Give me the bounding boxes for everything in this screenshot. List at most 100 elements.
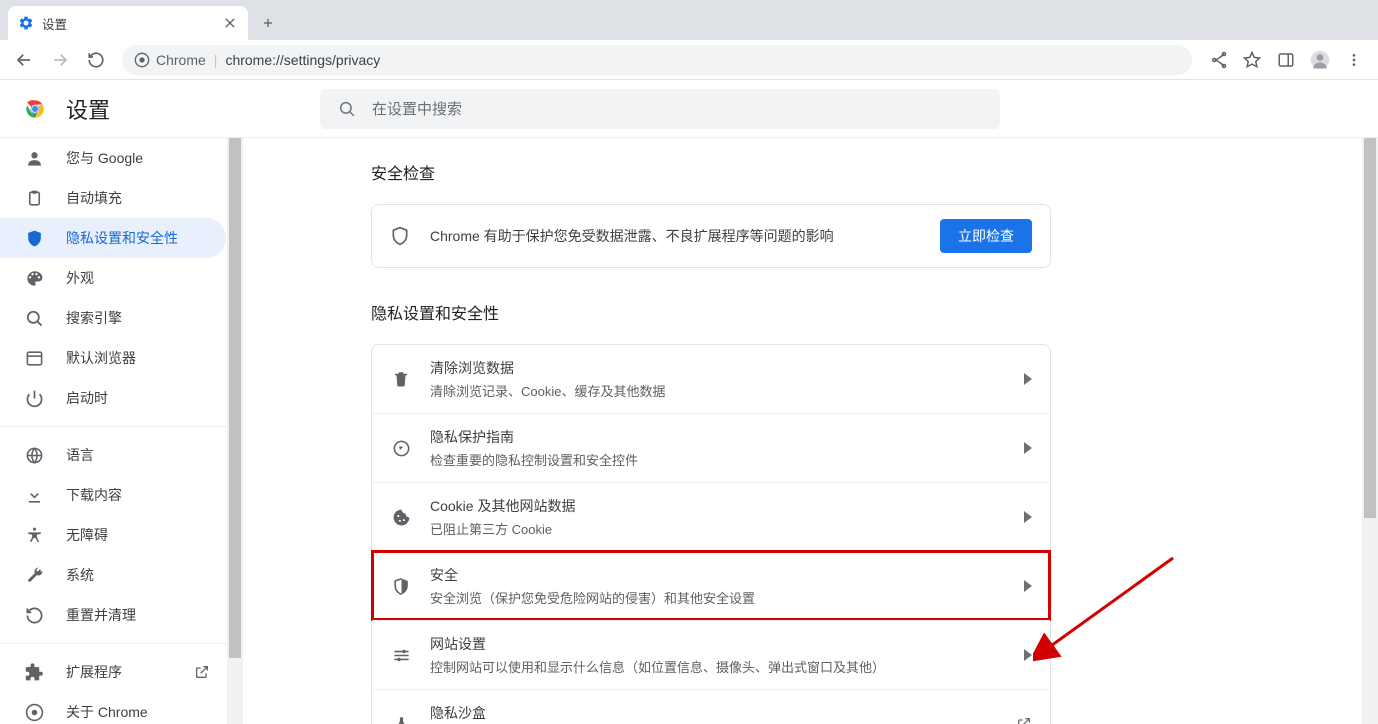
row-subtitle: 已阻止第三方 Cookie	[430, 519, 1024, 538]
sidebar-item-reset[interactable]: 重置并清理	[0, 595, 226, 635]
chrome-logo-icon	[22, 96, 48, 122]
sidebar-item-system[interactable]: 系统	[0, 555, 226, 595]
section-title-privacy: 隐私设置和安全性	[371, 300, 1051, 324]
power-icon	[24, 389, 44, 408]
browser-tab[interactable]: 设置	[8, 6, 248, 40]
address-bar[interactable]: Chrome | chrome://settings/privacy	[122, 45, 1192, 75]
sidebar-item-label: 搜索引擎	[66, 308, 122, 328]
forward-button[interactable]	[44, 44, 76, 76]
row-title: 安全	[430, 565, 1024, 585]
search-icon	[24, 309, 44, 328]
scrollbar-thumb[interactable]	[229, 138, 241, 658]
sidebar-item-label: 启动时	[66, 388, 108, 408]
sidebar-item-label: 外观	[66, 268, 94, 288]
side-panel-icon[interactable]	[1270, 44, 1302, 76]
gear-icon	[18, 15, 34, 31]
safety-check-card: Chrome 有助于保护您免受数据泄露、不良扩展程序等问题的影响 立即检查	[371, 204, 1051, 268]
row-title: 隐私保护指南	[430, 427, 1024, 447]
chevron-right-icon	[1024, 442, 1032, 454]
sidebar-item-about[interactable]: 关于 Chrome	[0, 692, 226, 724]
close-icon[interactable]	[222, 15, 238, 31]
back-button[interactable]	[8, 44, 40, 76]
url-text: chrome://settings/privacy	[225, 52, 380, 68]
sidebar-item-label: 下载内容	[66, 485, 122, 505]
sidebar-item-extensions[interactable]: 扩展程序	[0, 652, 226, 692]
row-clear-browsing-data[interactable]: 清除浏览数据清除浏览记录、Cookie、缓存及其他数据	[372, 345, 1050, 413]
section-title-safety: 安全检查	[371, 160, 1051, 184]
chevron-right-icon	[1024, 649, 1032, 661]
search-placeholder: 在设置中搜索	[372, 98, 462, 119]
sidebar-item-accessibility[interactable]: 无障碍	[0, 515, 226, 555]
external-link-icon	[1016, 716, 1032, 724]
sidebar-item-languages[interactable]: 语言	[0, 435, 226, 475]
toolbar-right	[1202, 44, 1370, 76]
row-subtitle: 控制网站可以使用和显示什么信息（如位置信息、摄像头、弹出式窗口及其他）	[430, 657, 1024, 676]
sidebar-item-on-startup[interactable]: 启动时	[0, 378, 226, 418]
settings-sidebar: 您与 Google 自动填充 隐私设置和安全性 外观 搜索引擎 默认浏览器	[0, 138, 243, 724]
sidebar-item-label: 隐私设置和安全性	[66, 228, 178, 248]
settings-header: 设置 在设置中搜索	[0, 80, 1378, 138]
bookmark-icon[interactable]	[1236, 44, 1268, 76]
content-scrollbar[interactable]	[1362, 138, 1378, 724]
site-chip-label: Chrome	[156, 52, 206, 68]
sidebar-scrollbar[interactable]	[227, 138, 243, 724]
sidebar-item-label: 关于 Chrome	[66, 702, 148, 722]
check-now-button[interactable]: 立即检查	[940, 219, 1032, 253]
sidebar-item-label: 重置并清理	[66, 605, 136, 625]
divider	[0, 426, 236, 427]
row-subtitle: 清除浏览记录、Cookie、缓存及其他数据	[430, 381, 1024, 400]
menu-icon[interactable]	[1338, 44, 1370, 76]
sidebar-item-label: 语言	[66, 445, 94, 465]
sidebar-item-label: 无障碍	[66, 525, 108, 545]
row-title: Cookie 及其他网站数据	[430, 496, 1024, 516]
restore-icon	[24, 606, 44, 625]
search-icon	[338, 100, 356, 118]
safety-check-text: Chrome 有助于保护您免受数据泄露、不良扩展程序等问题的影响	[430, 226, 940, 246]
sidebar-item-appearance[interactable]: 外观	[0, 258, 226, 298]
scrollbar-thumb[interactable]	[1364, 138, 1376, 518]
external-link-icon	[194, 664, 210, 680]
row-cookies[interactable]: Cookie 及其他网站数据已阻止第三方 Cookie	[372, 482, 1050, 551]
wrench-icon	[24, 566, 44, 585]
divider	[0, 643, 236, 644]
flask-icon	[390, 715, 412, 724]
extension-icon	[24, 663, 44, 682]
sidebar-item-search-engine[interactable]: 搜索引擎	[0, 298, 226, 338]
settings-search[interactable]: 在设置中搜索	[320, 89, 1000, 129]
row-privacy-guide[interactable]: 隐私保护指南检查重要的隐私控制设置和安全控件	[372, 413, 1050, 482]
row-title: 网站设置	[430, 634, 1024, 654]
shield-outline-icon	[390, 226, 412, 246]
trash-icon	[390, 370, 412, 388]
tab-strip: 设置	[0, 0, 1378, 40]
sidebar-item-downloads[interactable]: 下载内容	[0, 475, 226, 515]
profile-icon[interactable]	[1304, 44, 1336, 76]
row-security[interactable]: 安全安全浏览（保护您免受危险网站的侵害）和其他安全设置	[372, 551, 1050, 620]
row-title: 清除浏览数据	[430, 358, 1024, 378]
download-icon	[24, 486, 44, 505]
browser-icon	[24, 349, 44, 368]
share-icon[interactable]	[1202, 44, 1234, 76]
chevron-right-icon	[1024, 373, 1032, 385]
toolbar: Chrome | chrome://settings/privacy	[0, 40, 1378, 80]
new-tab-button[interactable]	[254, 9, 282, 37]
settings-title: 设置	[66, 93, 110, 125]
reload-button[interactable]	[80, 44, 112, 76]
sidebar-item-default-browser[interactable]: 默认浏览器	[0, 338, 226, 378]
tab-title: 设置	[42, 14, 222, 33]
sidebar-item-label: 默认浏览器	[66, 348, 136, 368]
cookie-icon	[390, 508, 412, 527]
sidebar-item-autofill[interactable]: 自动填充	[0, 178, 226, 218]
row-site-settings[interactable]: 网站设置控制网站可以使用和显示什么信息（如位置信息、摄像头、弹出式窗口及其他）	[372, 620, 1050, 689]
person-icon	[24, 149, 44, 168]
sidebar-item-privacy[interactable]: 隐私设置和安全性	[0, 218, 226, 258]
row-privacy-sandbox[interactable]: 隐私沙盒试用版功能已开启	[372, 689, 1050, 724]
clipboard-icon	[24, 189, 44, 208]
settings-content: 安全检查 Chrome 有助于保护您免受数据泄露、不良扩展程序等问题的影响 立即…	[243, 138, 1378, 724]
shield-icon	[24, 229, 44, 248]
compass-icon	[390, 439, 412, 458]
row-subtitle: 检查重要的隐私控制设置和安全控件	[430, 450, 1024, 469]
chevron-right-icon	[1024, 580, 1032, 592]
sidebar-item-label: 系统	[66, 565, 94, 585]
sidebar-item-you-and-google[interactable]: 您与 Google	[0, 138, 226, 178]
privacy-list: 清除浏览数据清除浏览记录、Cookie、缓存及其他数据 隐私保护指南检查重要的隐…	[371, 344, 1051, 724]
